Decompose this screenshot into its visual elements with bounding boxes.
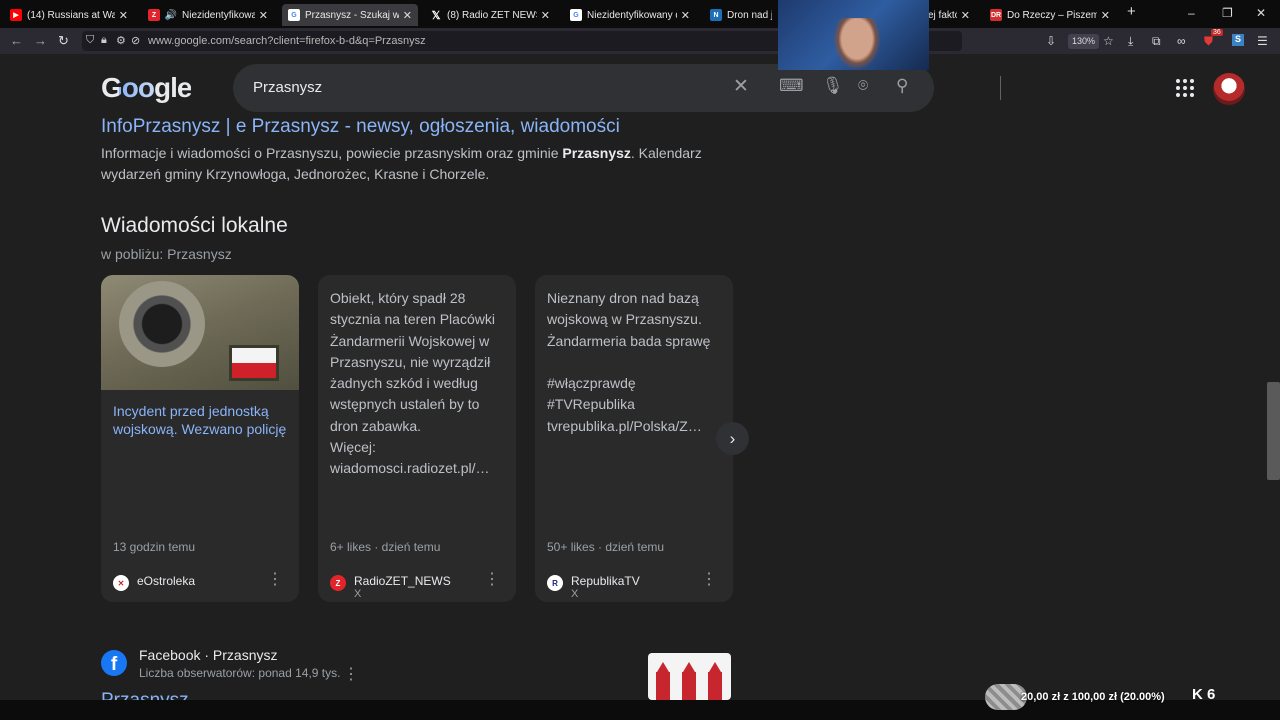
- tab-x-radiozet[interactable]: 𝕏 (8) Radio ZET NEWS w ✕: [424, 4, 556, 26]
- speaker-icon[interactable]: 🔊: [165, 9, 177, 21]
- tab-fakty[interactable]: ej faktó ✕: [926, 4, 976, 26]
- keyboard-icon[interactable]: ⌨: [779, 76, 804, 96]
- tab-google-search[interactable]: G Przasnysz - Szukaj w Goo ✕: [282, 4, 418, 26]
- news-thumbnail: [101, 275, 299, 390]
- minimize-button[interactable]: –: [1188, 6, 1195, 20]
- google-apps-icon[interactable]: [1176, 79, 1194, 97]
- post-text: Nieznany dron nad bazą wojskową w Przasn…: [547, 290, 711, 434]
- post-text: Obiekt, który spadł 28 stycznia na teren…: [330, 290, 495, 477]
- menu-icon[interactable]: ☰: [1257, 34, 1268, 48]
- close-tab-icon[interactable]: ✕: [541, 9, 550, 22]
- back-icon[interactable]: ←: [10, 33, 23, 48]
- przasnysz-crest-image: [648, 653, 731, 700]
- result-title-link[interactable]: InfoPrzasnysz | e Przasnysz - newsy, ogł…: [101, 116, 620, 138]
- news-card[interactable]: Incydent przed jednostką wojskową. Wezwa…: [101, 275, 299, 602]
- search-divider: [1000, 76, 1001, 100]
- local-news-heading: Wiadomości lokalne: [101, 214, 288, 237]
- donation-goal-overlay: 20,00 zł z 100,00 zł (20.00%): [985, 683, 1175, 711]
- close-tab-icon[interactable]: ✕: [259, 9, 268, 22]
- close-tab-icon[interactable]: ✕: [681, 9, 690, 22]
- zoom-level[interactable]: 130%: [1068, 34, 1100, 49]
- clear-search-icon[interactable]: ✕: [733, 75, 749, 98]
- lens-camera-icon[interactable]: ⌾: [858, 76, 868, 96]
- x-icon: 𝕏: [431, 9, 441, 22]
- ublock-badge: 36: [1211, 29, 1223, 36]
- radiozet-icon: Z: [330, 575, 346, 591]
- result-snippet: Informacje i wiadomości o Przasnyszu, po…: [101, 145, 702, 182]
- close-tab-icon[interactable]: ✕: [961, 9, 970, 22]
- news-icon: N: [710, 9, 722, 21]
- extension-glasses-icon[interactable]: ∞: [1177, 34, 1186, 48]
- tab-youtube[interactable]: ▶ (14) Russians at War - Yo ✕: [4, 4, 134, 26]
- tab-google-dron[interactable]: G Niezidentyfikowany dron ✕: [564, 4, 696, 26]
- search-icon[interactable]: ⚲: [896, 76, 908, 96]
- url-text: www.google.com/search?client=firefox-b-d…: [148, 35, 426, 47]
- k-counter: K 6: [1192, 686, 1216, 703]
- news-card[interactable]: Obiekt, który spadł 28 stycznia na teren…: [318, 275, 516, 602]
- youtube-icon: ▶: [10, 9, 22, 21]
- news-source: Z RadioZET_NEWS X: [330, 574, 451, 601]
- permissions-icon[interactable]: ⚙: [116, 34, 126, 47]
- webcam-overlay: [778, 0, 929, 70]
- bookmark-star-icon[interactable]: ☆: [1103, 34, 1114, 48]
- restore-button[interactable]: ❐: [1222, 6, 1233, 20]
- shield-icon[interactable]: ⛉: [86, 34, 94, 47]
- google-icon: G: [288, 9, 300, 21]
- more-options-icon[interactable]: ⋮: [484, 569, 500, 589]
- tab-dron-nad-jed[interactable]: N Dron nad jed: [704, 4, 778, 26]
- search-box[interactable]: Przasnysz ✕ ⌨ 🎙︎ ⌾ ⚲: [233, 64, 1001, 112]
- local-news-subtitle: w pobliżu: Przasnysz: [101, 246, 232, 262]
- news-source: R RepublikaTV X: [547, 574, 640, 601]
- reload-icon[interactable]: ↻: [58, 33, 69, 49]
- chevron-right-icon: ›: [729, 428, 736, 448]
- close-tab-icon[interactable]: ✕: [119, 9, 128, 22]
- facebook-followers: Liczba obserwatorów: ponad 14,9 tys.: [139, 666, 341, 680]
- carousel-next-button[interactable]: ›: [716, 422, 749, 455]
- republika-icon: R: [547, 575, 563, 591]
- dorzeczy-icon: DR: [990, 9, 1002, 21]
- microphone-icon[interactable]: 🎙︎: [822, 76, 844, 96]
- close-window-button[interactable]: ✕: [1256, 6, 1266, 20]
- radiozet-icon: Z: [148, 9, 160, 21]
- extensions-icon[interactable]: ⧉: [1152, 34, 1161, 49]
- tracking-icon[interactable]: ⊘: [131, 34, 140, 47]
- news-headline-link[interactable]: Incydent przed jednostką wojskową. Wezwa…: [113, 402, 288, 438]
- news-source: ✕ eOstroleka: [113, 574, 195, 591]
- more-options-icon[interactable]: ⋮: [343, 664, 359, 684]
- k-logo-icon: K: [1192, 686, 1203, 703]
- new-tab-button[interactable]: +: [1127, 3, 1136, 20]
- browser-tab-strip: ▶ (14) Russians at War - Yo ✕ Z 🔊 Niezid…: [0, 0, 1280, 28]
- facebook-icon: f: [101, 650, 127, 676]
- tab-radiozet[interactable]: Z 🔊 Niezidentyfikowany ✕: [142, 4, 274, 26]
- post-meta: 50+ likes · dzień temu: [547, 540, 665, 554]
- news-card[interactable]: Nieznany dron nad bazą wojskową w Przasn…: [535, 275, 733, 602]
- post-meta: 6+ likes · dzień temu: [330, 540, 441, 554]
- account-avatar[interactable]: [1213, 73, 1245, 105]
- downloads-icon[interactable]: ⤓: [1128, 34, 1133, 49]
- close-tab-icon[interactable]: ✕: [1101, 9, 1110, 22]
- camera-lens-image: [119, 281, 205, 367]
- google-logo[interactable]: Google: [101, 72, 192, 104]
- lock-icon[interactable]: 🔒︎: [101, 34, 107, 47]
- google-icon: G: [570, 9, 582, 21]
- browser-toolbar: ← → ↻ ⛉ 🔒︎ ⚙ ⊘ www.google.com/search?cli…: [0, 28, 1280, 54]
- more-options-icon[interactable]: ⋮: [701, 569, 717, 589]
- screen: ▶ (14) Russians at War - Yo ✕ Z 🔊 Niezid…: [0, 0, 1280, 720]
- facebook-site-name: Facebook · Przasnysz: [139, 647, 278, 663]
- extension-s-icon[interactable]: S: [1232, 34, 1244, 46]
- news-timestamp: 13 godzin temu: [113, 540, 196, 554]
- eostroleka-icon: ✕: [113, 575, 129, 591]
- polish-flag-patch: [229, 345, 279, 381]
- more-options-icon[interactable]: ⋮: [267, 569, 283, 589]
- page-scrollbar[interactable]: [1267, 382, 1280, 480]
- donation-text: 20,00 zł z 100,00 zł (20.00%): [1021, 691, 1165, 703]
- page-save-icon[interactable]: ⇩: [1046, 34, 1056, 48]
- search-input[interactable]: Przasnysz: [253, 79, 322, 96]
- ublock-icon[interactable]: ⛊: [1204, 34, 1213, 49]
- close-tab-icon[interactable]: ✕: [403, 9, 412, 22]
- tab-do-rzeczy[interactable]: DR Do Rzeczy – Piszemy o t ✕: [984, 4, 1116, 26]
- forward-icon[interactable]: →: [34, 33, 47, 48]
- streamer-face: [833, 18, 881, 70]
